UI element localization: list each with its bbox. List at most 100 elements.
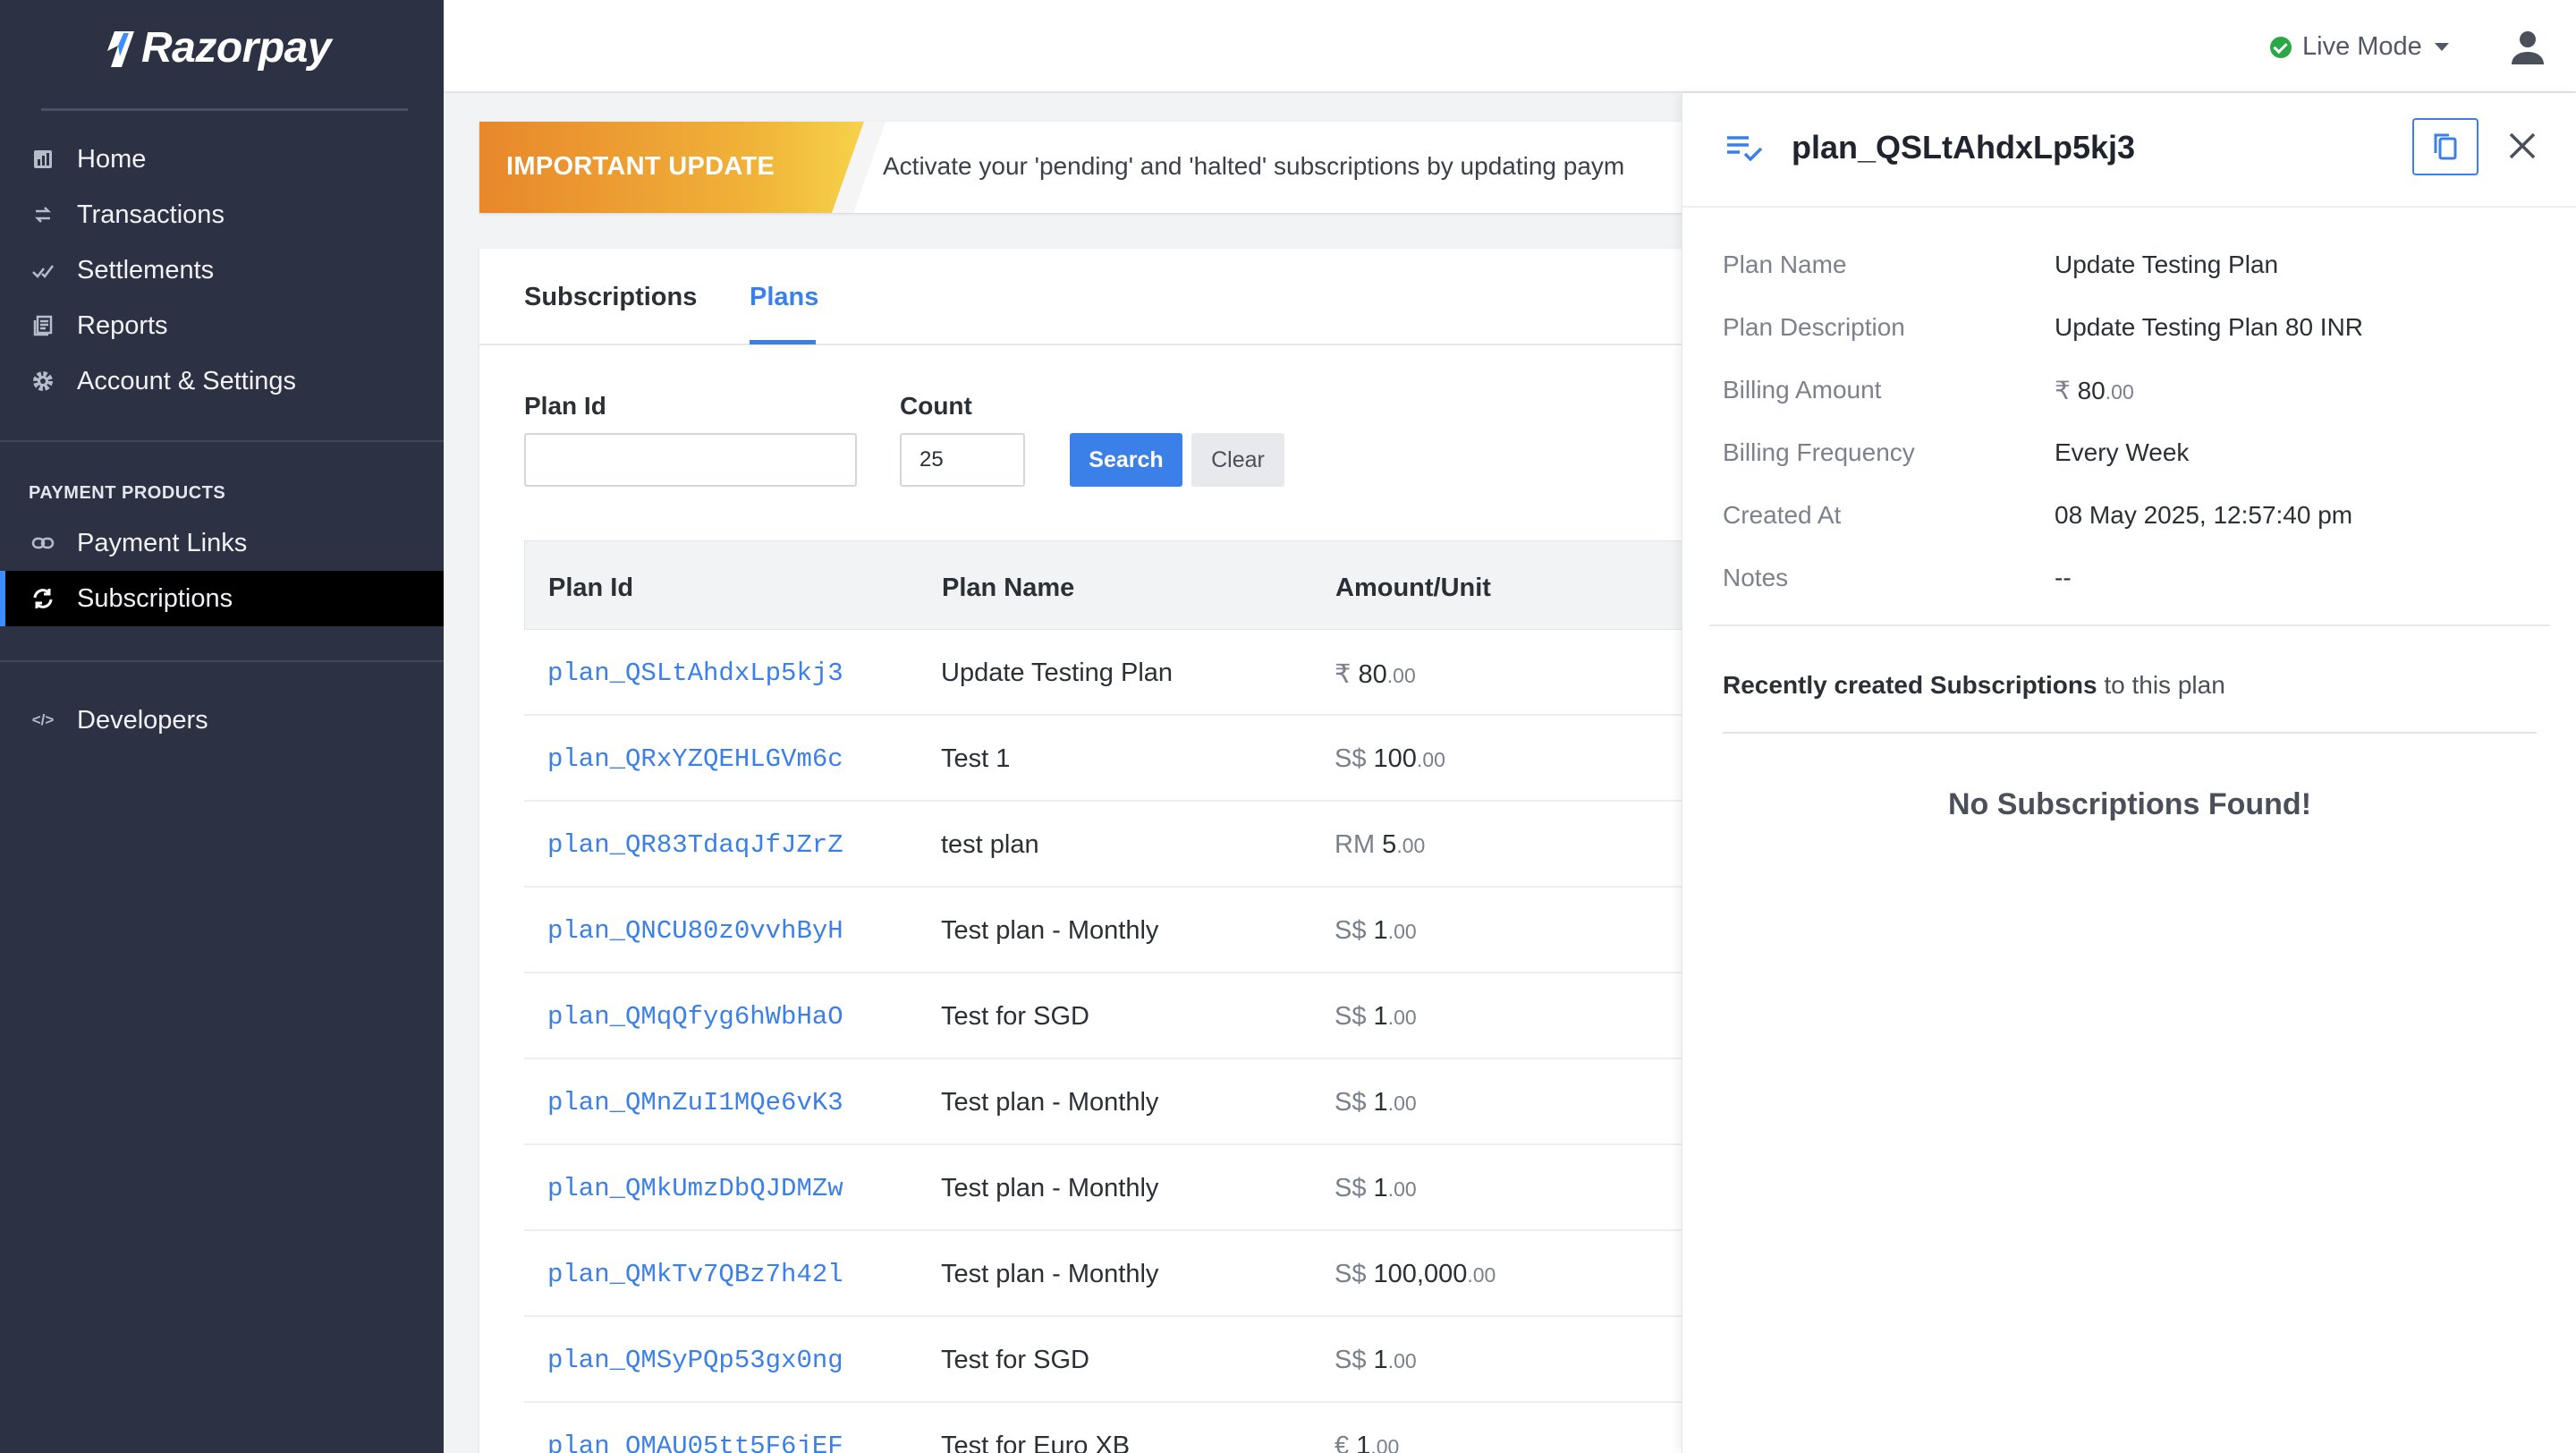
check-circle-icon — [2270, 36, 2292, 58]
table-row[interactable]: plan_QMkTv7QBz7h42l Test plan - Monthly S$… — [524, 1231, 1750, 1317]
plan-id-link[interactable]: plan_QMkUmzDbQJDMZw — [547, 1174, 843, 1203]
code-icon: </> — [31, 711, 55, 728]
detail-value-billing-frequency: Every Week — [2055, 438, 2190, 466]
sidebar-divider — [0, 660, 444, 662]
amount-decimal: .00 — [1387, 1006, 1417, 1029]
razorpay-logo-icon — [107, 31, 134, 67]
table-row[interactable]: plan_QNCU80z0vvhByH Test plan - Monthly S$… — [524, 888, 1750, 973]
important-update-banner: IMPORTANT UPDATE Activate your 'pending'… — [479, 122, 1750, 213]
plan-id-link[interactable]: plan_QMAU05tt5F6jEF — [547, 1432, 843, 1453]
detail-label-billing-frequency: Billing Frequency — [1723, 438, 1915, 466]
detail-value-created-at: 08 May 2025, 12:57:40 pm — [2055, 501, 2353, 529]
copy-button[interactable] — [2412, 118, 2479, 175]
currency-symbol: S$ — [1335, 1174, 1367, 1202]
sidebar-item-home[interactable]: Home — [0, 132, 444, 187]
plan-id-link[interactable]: plan_QSLtAhdxLp5kj3 — [547, 659, 843, 688]
amount-cell: € 1.00 — [1335, 1432, 1399, 1453]
plan-id-link[interactable]: plan_QNCU80z0vvhByH — [547, 916, 843, 946]
sidebar-item-subscriptions[interactable]: Subscriptions — [0, 571, 444, 626]
currency-symbol: ₹ — [2055, 377, 2071, 404]
caret-down-icon — [2434, 43, 2449, 51]
table-header: Plan Id Plan Name Amount/Unit — [524, 540, 1750, 630]
table-row[interactable]: plan_QMnZuI1MQe6vK3 Test plan - Monthly S$… — [524, 1059, 1750, 1145]
recent-divider — [1723, 732, 2537, 734]
currency-symbol: S$ — [1335, 1002, 1367, 1031]
table-row[interactable]: plan_QSLtAhdxLp5kj3 Update Testing Plan ₹ … — [524, 630, 1750, 716]
developers-nav: </> Developers — [0, 693, 444, 748]
sidebar-item-settlements[interactable]: Settlements — [0, 242, 444, 298]
count-label: Count — [900, 392, 972, 420]
home-chart-icon — [30, 147, 55, 172]
table-row[interactable]: plan_QMSyPQp53gx0ng Test for SGD S$ 1.00 — [524, 1317, 1750, 1403]
detail-label-plan-description: Plan Description — [1723, 313, 1905, 341]
plan-details-panel: plan_QSLtAhdxLp5kj3 Plan Name Update Tes… — [1682, 93, 2576, 1453]
reports-icon — [30, 313, 55, 338]
amount-cell: S$ 1.00 — [1335, 1088, 1417, 1117]
sidebar-item-transactions[interactable]: Transactions — [0, 187, 444, 242]
sidebar-item-reports[interactable]: Reports — [0, 298, 444, 353]
products-nav: Payment Links Subscriptions — [0, 515, 444, 626]
sidebar-item-label: Developers — [77, 705, 208, 735]
amount-cell: RM 5.00 — [1335, 830, 1425, 860]
column-header-plan-id: Plan Id — [548, 574, 634, 602]
table-row[interactable]: plan_QR83TdaqJfJZrZ test plan RM 5.00 — [524, 802, 1750, 888]
list-check-icon — [1727, 136, 1763, 161]
copy-icon — [2434, 133, 2457, 160]
tab-plans[interactable]: Plans — [750, 283, 818, 312]
panel-title: plan_QSLtAhdxLp5kj3 — [1792, 129, 2136, 166]
plan-id-link[interactable]: plan_QRxYZQEHLGVm6c — [547, 744, 843, 774]
live-mode-dropdown[interactable]: Live Mode — [2270, 32, 2449, 62]
table-row[interactable]: plan_QMAU05tt5F6jEF Test for Euro XB € 1.0… — [524, 1403, 1750, 1453]
plan-id-link[interactable]: plan_QMqQfyg6hWbHaO — [547, 1002, 843, 1032]
search-button[interactable]: Search — [1070, 433, 1182, 487]
amount-decimal: .00 — [1370, 1435, 1400, 1453]
amount-decimal: .00 — [1387, 920, 1417, 943]
detail-value-billing-amount: ₹ 80.00 — [2055, 376, 2134, 405]
panel-header: plan_QSLtAhdxLp5kj3 — [1682, 93, 2576, 208]
column-header-plan-name: Plan Name — [942, 574, 1075, 602]
table-body: plan_QSLtAhdxLp5kj3 Update Testing Plan ₹ … — [524, 630, 1750, 1453]
link-icon — [30, 531, 55, 556]
recent-heading-rest: to this plan — [2097, 671, 2225, 699]
table-row[interactable]: plan_QMkUmzDbQJDMZw Test plan - Monthly S$… — [524, 1145, 1750, 1231]
sidebar-item-label: Settlements — [77, 255, 215, 285]
empty-state-message: No Subscriptions Found! — [1947, 787, 2312, 821]
plan-id-input[interactable] — [524, 433, 857, 487]
plan-id-link[interactable]: plan_QR83TdaqJfJZrZ — [547, 830, 843, 860]
amount-decimal: .00 — [1416, 748, 1445, 771]
plans-table: Plan Id Plan Name Amount/Unit plan_QSLtA… — [524, 540, 1750, 1453]
detail-value-plan-name: Update Testing Plan — [2055, 251, 2279, 278]
close-button[interactable] — [2504, 127, 2541, 165]
refresh-icon — [30, 586, 55, 611]
sidebar-item-payment-links[interactable]: Payment Links — [0, 515, 444, 571]
amount-whole: 100,000 — [1373, 1260, 1468, 1288]
gear-icon — [30, 369, 55, 394]
plan-name-cell: Test for SGD — [941, 1002, 1089, 1031]
count-input[interactable] — [900, 433, 1025, 487]
plan-id-link[interactable]: plan_QMkTv7QBz7h42l — [547, 1260, 843, 1289]
sidebar-divider — [0, 440, 444, 442]
tab-subscriptions[interactable]: Subscriptions — [524, 283, 697, 312]
amount-cell: S$ 1.00 — [1335, 1174, 1417, 1203]
currency-symbol: ₹ — [1335, 660, 1352, 689]
user-icon[interactable] — [2510, 29, 2546, 66]
razorpay-logo[interactable]: Razorpay — [102, 20, 332, 75]
banner-tag-label: IMPORTANT UPDATE — [506, 152, 775, 181]
clear-button[interactable]: Clear — [1191, 433, 1284, 487]
plan-id-link[interactable]: plan_QMSyPQp53gx0ng — [547, 1346, 843, 1375]
sidebar-item-developers[interactable]: </> Developers — [0, 693, 444, 748]
amount-whole: 100 — [1373, 744, 1417, 773]
table-row[interactable]: plan_QMqQfyg6hWbHaO Test for SGD S$ 1.00 — [524, 973, 1750, 1059]
amount-decimal: .00 — [1387, 1092, 1417, 1115]
plan-id-label: Plan Id — [524, 392, 606, 420]
amount-whole: 1 — [1373, 1002, 1388, 1031]
plan-id-link[interactable]: plan_QMnZuI1MQe6vK3 — [547, 1088, 843, 1117]
currency-symbol: S$ — [1335, 1260, 1367, 1288]
sidebar: Razorpay Home Transactions Settlements R… — [0, 0, 444, 1453]
table-row[interactable]: plan_QRxYZQEHLGVm6c Test 1 S$ 100.00 — [524, 716, 1750, 802]
amount-whole: 80 — [2077, 377, 2106, 404]
sidebar-item-label: Payment Links — [77, 528, 248, 557]
sidebar-item-account-settings[interactable]: Account & Settings — [0, 353, 444, 409]
amount-whole: 5 — [1382, 830, 1397, 859]
section-label-payment-products: PAYMENT PRODUCTS — [29, 483, 226, 503]
